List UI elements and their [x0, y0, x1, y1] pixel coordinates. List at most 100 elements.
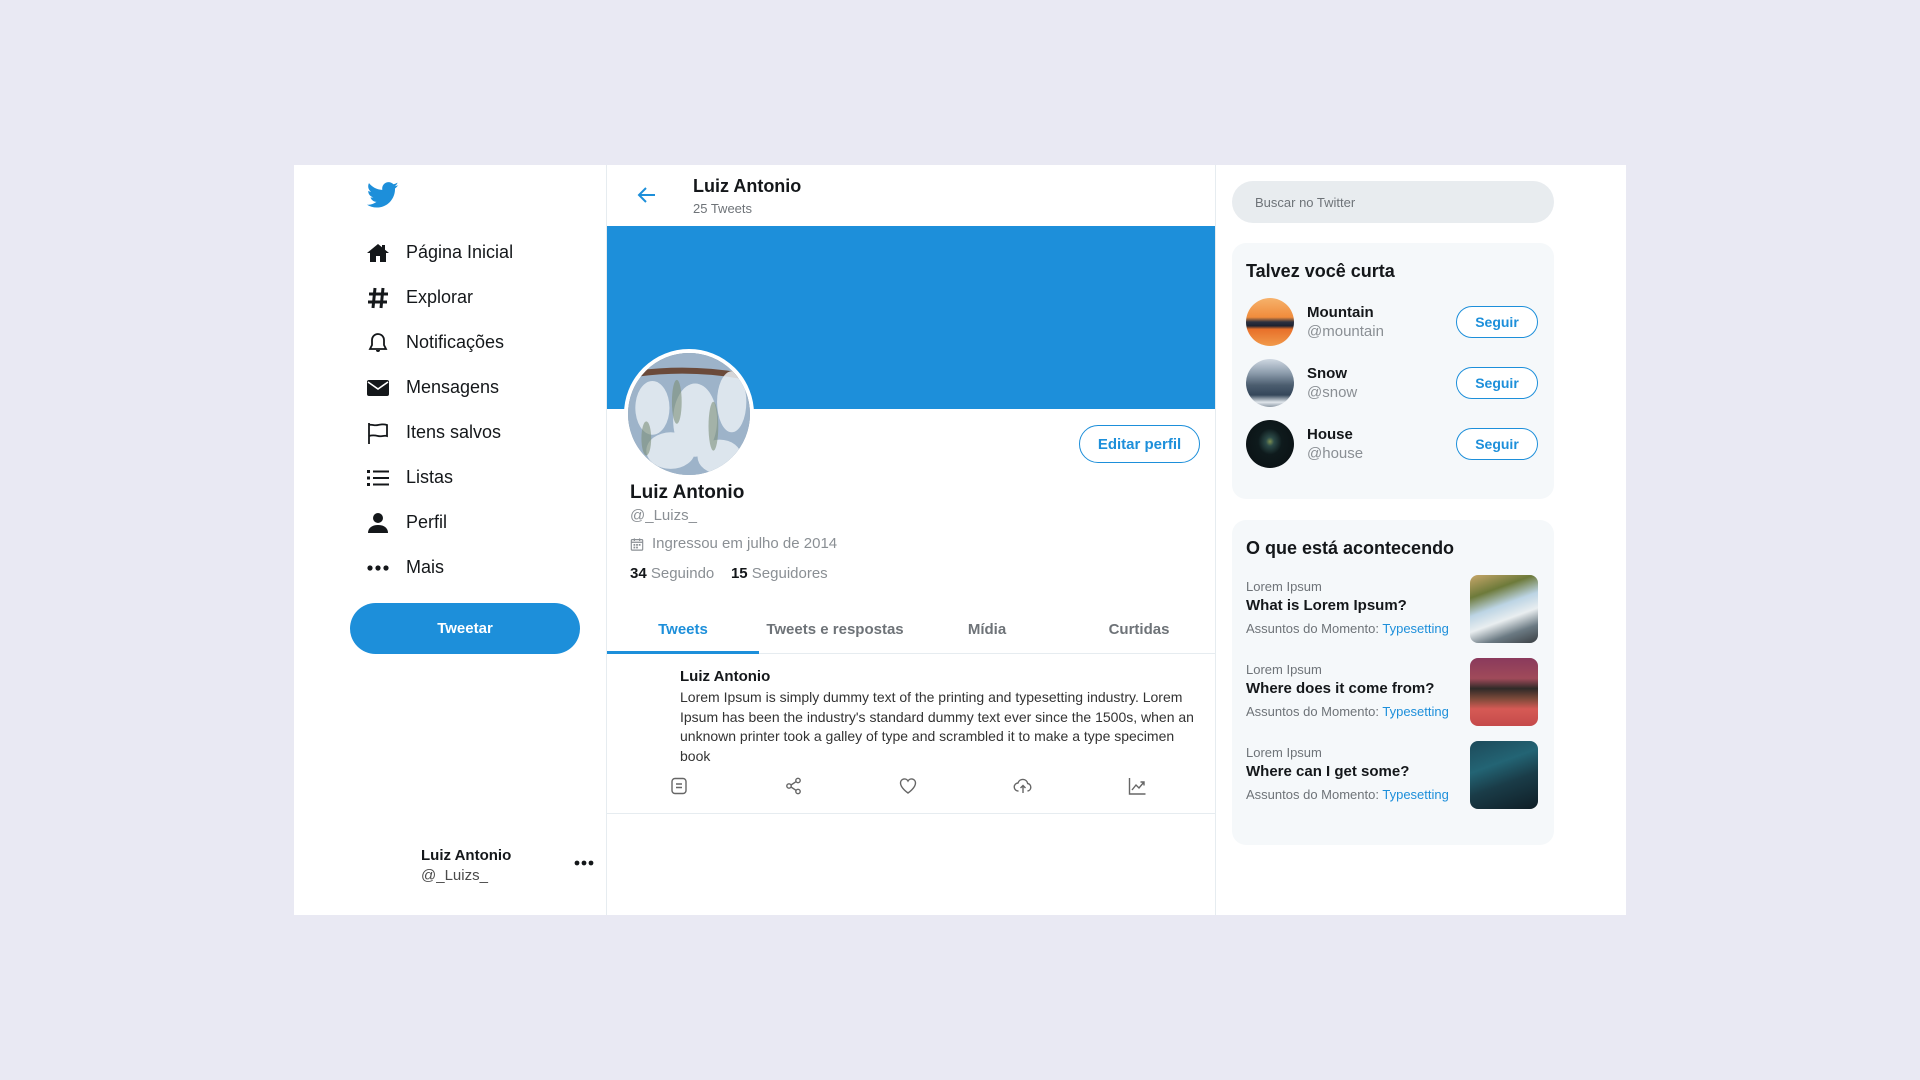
suggestion-name: House — [1307, 426, 1353, 443]
follow-button[interactable]: Seguir — [1456, 367, 1538, 399]
search-input[interactable] — [1232, 181, 1554, 223]
calendar-icon — [630, 537, 644, 551]
follow-button[interactable]: Seguir — [1456, 428, 1538, 460]
analytics-icon[interactable] — [1127, 776, 1149, 798]
followers-link[interactable]: 15 Seguidores — [731, 565, 828, 582]
who-to-follow-title: Talvez você curta — [1246, 261, 1395, 281]
profile-handle: @_Luizs_ — [630, 507, 697, 524]
sidebar-item-label: Notificações — [406, 332, 505, 352]
heart-icon[interactable] — [898, 776, 920, 798]
share-icon[interactable] — [784, 776, 806, 798]
app-window: Página Inicial Explorar Notificações Men… — [294, 165, 1626, 915]
suggestion-handle: @mountain — [1307, 323, 1384, 340]
sidebar: Página Inicial Explorar Notificações Men… — [294, 165, 607, 915]
account-more-icon[interactable] — [574, 859, 594, 867]
tab-tweets[interactable]: Tweets — [607, 607, 759, 654]
profile-avatar[interactable] — [624, 349, 754, 479]
profile-joined: Ingressou em julho de 2014 — [630, 535, 837, 552]
trend-category: Lorem Ipsum — [1246, 662, 1322, 677]
suggestion-handle: @snow — [1307, 384, 1358, 401]
follow-button[interactable]: Seguir — [1456, 306, 1538, 338]
avatar — [1246, 298, 1294, 346]
sidebar-item-label: Página Inicial — [406, 242, 514, 262]
tweet-author: Luiz Antonio — [680, 668, 771, 685]
trend-image — [1470, 741, 1538, 809]
sidebar-item-notifications[interactable]: Notificações — [364, 320, 513, 365]
sidebar-item-label: Perfil — [406, 512, 448, 532]
edit-profile-button[interactable]: Editar perfil — [1079, 425, 1200, 463]
tweet-text: Lorem Ipsum is simply dummy text of the … — [680, 689, 1194, 764]
envelope-icon — [364, 374, 392, 402]
follow-stats: 34 Seguindo 15 Seguidores — [630, 565, 828, 582]
trend-link[interactable]: Typesetting — [1382, 704, 1449, 719]
follow-suggestion[interactable]: Snow @snow Seguir — [1232, 359, 1554, 420]
sidebar-item-more[interactable]: Mais — [364, 545, 513, 590]
sidebar-item-home[interactable]: Página Inicial — [364, 230, 513, 275]
sidebar-item-label: Itens salvos — [406, 422, 502, 442]
who-to-follow-card: Talvez você curta Mountain @mountain Seg… — [1232, 243, 1554, 499]
following-link[interactable]: 34 Seguindo — [630, 565, 714, 582]
account-handle: @_Luizs_ — [421, 867, 488, 884]
avatar — [1246, 359, 1294, 407]
main-nav: Página Inicial Explorar Notificações Men… — [364, 230, 513, 590]
trend-item[interactable]: Lorem Ipsum Where can I get some? Assunt… — [1232, 741, 1554, 828]
twitter-bird-icon[interactable] — [365, 179, 401, 211]
tweet[interactable]: Luiz Antonio Lorem Ipsum is simply dummy… — [607, 654, 1215, 814]
profile-header: Luiz Antonio 25 Tweets — [607, 165, 1215, 226]
sidebar-item-bookmarks[interactable]: Itens salvos — [364, 410, 513, 455]
trend-category: Lorem Ipsum — [1246, 579, 1322, 594]
trend-category: Lorem Ipsum — [1246, 745, 1322, 760]
tweet-actions — [669, 776, 1149, 798]
joined-date: Ingressou em julho de 2014 — [652, 535, 838, 552]
sidebar-item-lists[interactable]: Listas — [364, 455, 513, 500]
user-icon — [364, 509, 392, 537]
trend-meta: Assuntos do Momento: Typesetting — [1246, 704, 1449, 719]
sidebar-item-profile[interactable]: Perfil — [364, 500, 513, 545]
tweet-count: 25 Tweets — [693, 201, 753, 216]
profile-name: Luiz Antonio — [630, 482, 745, 503]
account-name: Luiz Antonio — [421, 847, 512, 864]
trend-meta: Assuntos do Momento: Typesetting — [1246, 787, 1449, 802]
profile-tabs: Tweets Tweets e respostas Mídia Curtidas — [607, 607, 1215, 654]
profile-column: Luiz Antonio 25 Tweets Editar perfil Lui… — [607, 165, 1216, 915]
trend-image — [1470, 575, 1538, 643]
account-switcher[interactable]: Luiz Antonio @_Luizs_ — [421, 847, 511, 884]
trend-title: What is Lorem Ipsum? — [1246, 597, 1407, 614]
avatar-image — [628, 353, 750, 475]
tab-likes[interactable]: Curtidas — [1063, 607, 1215, 653]
home-icon — [364, 239, 392, 267]
trend-link[interactable]: Typesetting — [1382, 787, 1449, 802]
avatar — [1246, 420, 1294, 468]
more-icon — [364, 554, 392, 582]
trends-card: O que está acontecendo Lorem Ipsum What … — [1232, 520, 1554, 845]
header-title: Luiz Antonio — [693, 176, 802, 196]
suggestion-handle: @house — [1307, 445, 1364, 462]
comment-icon[interactable] — [669, 776, 691, 798]
tab-tweets-replies[interactable]: Tweets e respostas — [759, 607, 911, 653]
right-column: Talvez você curta Mountain @mountain Seg… — [1216, 165, 1626, 915]
trend-title: Where does it come from? — [1246, 680, 1435, 697]
trend-title: Where can I get some? — [1246, 763, 1410, 780]
trends-title: O que está acontecendo — [1246, 538, 1455, 558]
back-arrow-icon[interactable] — [635, 183, 659, 207]
trend-meta: Assuntos do Momento: Typesetting — [1246, 621, 1449, 636]
sidebar-item-explore[interactable]: Explorar — [364, 275, 513, 320]
suggestion-name: Mountain — [1307, 304, 1374, 321]
sidebar-item-label: Mensagens — [406, 377, 500, 397]
list-icon — [364, 464, 392, 492]
follow-suggestion[interactable]: Mountain @mountain Seguir — [1232, 298, 1554, 359]
trend-item[interactable]: Lorem Ipsum What is Lorem Ipsum? Assunto… — [1232, 575, 1554, 662]
trend-image — [1470, 658, 1538, 726]
bell-icon — [364, 329, 392, 357]
follow-suggestion[interactable]: House @house Seguir — [1232, 420, 1554, 481]
flag-icon — [364, 419, 392, 447]
trend-item[interactable]: Lorem Ipsum Where does it come from? Ass… — [1232, 658, 1554, 745]
sidebar-item-label: Mais — [406, 557, 445, 577]
tab-media[interactable]: Mídia — [911, 607, 1063, 653]
sidebar-item-label: Explorar — [406, 287, 474, 307]
tweet-button[interactable]: Tweetar — [350, 603, 580, 654]
sidebar-item-messages[interactable]: Mensagens — [364, 365, 513, 410]
upload-icon[interactable] — [1013, 776, 1035, 798]
hashtag-icon — [364, 284, 392, 312]
trend-link[interactable]: Typesetting — [1382, 621, 1449, 636]
